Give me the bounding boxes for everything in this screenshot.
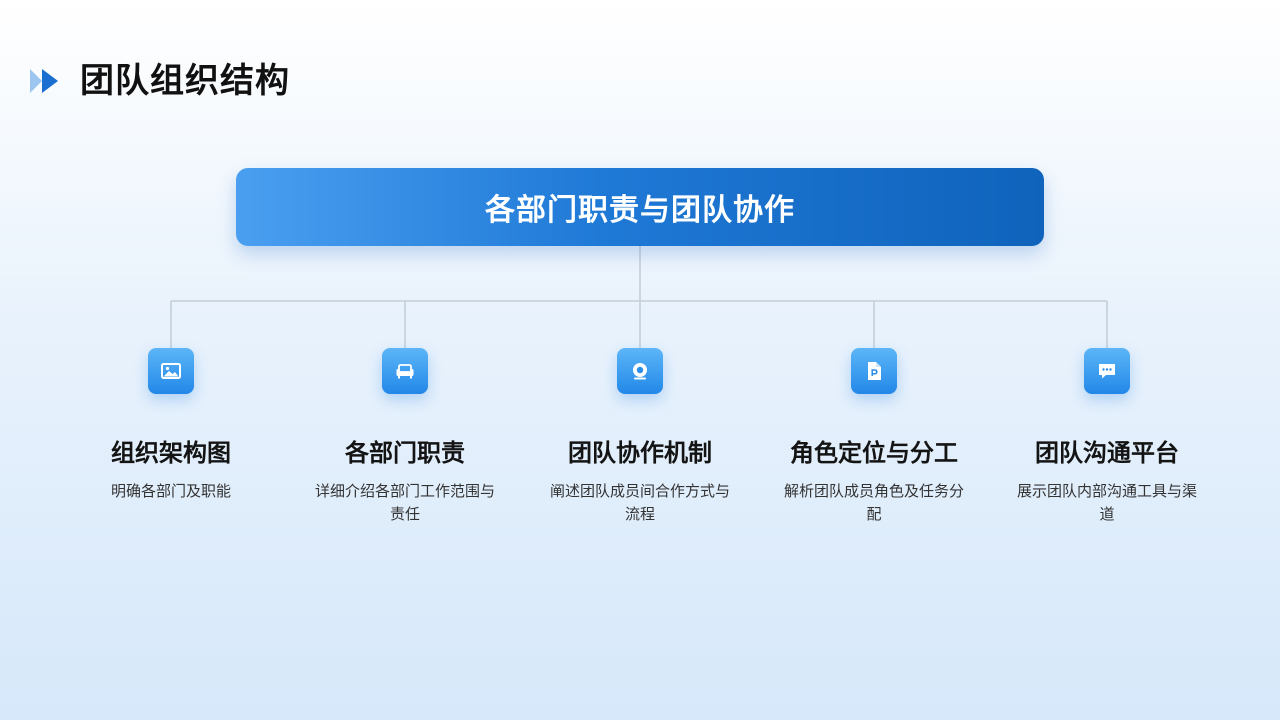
child-node-5-icon-tile bbox=[1084, 348, 1130, 394]
child-node-4-icon-tile bbox=[851, 348, 897, 394]
child-node-4: 角色定位与分工 解析团队成员角色及任务分配 bbox=[769, 348, 979, 526]
document-p-icon bbox=[868, 362, 881, 380]
child-node-3-title: 团队协作机制 bbox=[568, 439, 712, 467]
sofa-icon bbox=[396, 364, 414, 379]
child-node-3-icon-tile bbox=[617, 348, 663, 394]
child-node-1-description: 明确各部门及职能 bbox=[110, 482, 231, 500]
title-bar: 团队组织结构 bbox=[28, 58, 290, 104]
child-node-2-title: 各部门职责 bbox=[345, 439, 465, 467]
child-node-4-title: 角色定位与分工 bbox=[790, 439, 958, 467]
child-node-1-title: 组织架构图 bbox=[111, 439, 231, 467]
child-node-1: 组织架构图 明确各部门及职能 bbox=[66, 348, 276, 503]
child-node-2: 各部门职责 详细介绍各部门工作范围与责任 bbox=[300, 348, 510, 526]
child-node-2-icon-tile bbox=[382, 348, 428, 394]
child-node-5-description: 展示团队内部沟通工具与渠道 bbox=[1016, 482, 1197, 523]
child-node-1-icon-tile bbox=[148, 348, 194, 394]
webcam-icon bbox=[633, 363, 647, 380]
double-play-icon bbox=[30, 69, 58, 93]
chat-bubble-icon bbox=[1099, 364, 1115, 379]
child-node-3-description: 阐述团队成员间合作方式与流程 bbox=[549, 482, 730, 523]
child-node-4-description: 解析团队成员角色及任务分配 bbox=[783, 482, 964, 523]
child-node-3: 团队协作机制 阐述团队成员间合作方式与流程 bbox=[535, 348, 745, 526]
image-icon bbox=[161, 363, 181, 379]
child-node-2-description: 详细介绍各部门工作范围与责任 bbox=[314, 482, 495, 523]
child-node-5-title: 团队沟通平台 bbox=[1035, 439, 1179, 467]
child-node-5: 团队沟通平台 展示团队内部沟通工具与渠道 bbox=[1002, 348, 1212, 526]
page-title: 团队组织结构 bbox=[80, 61, 290, 101]
root-node-label: 各部门职责与团队协作 bbox=[485, 193, 795, 228]
root-node: 各部门职责与团队协作 bbox=[236, 168, 1044, 246]
